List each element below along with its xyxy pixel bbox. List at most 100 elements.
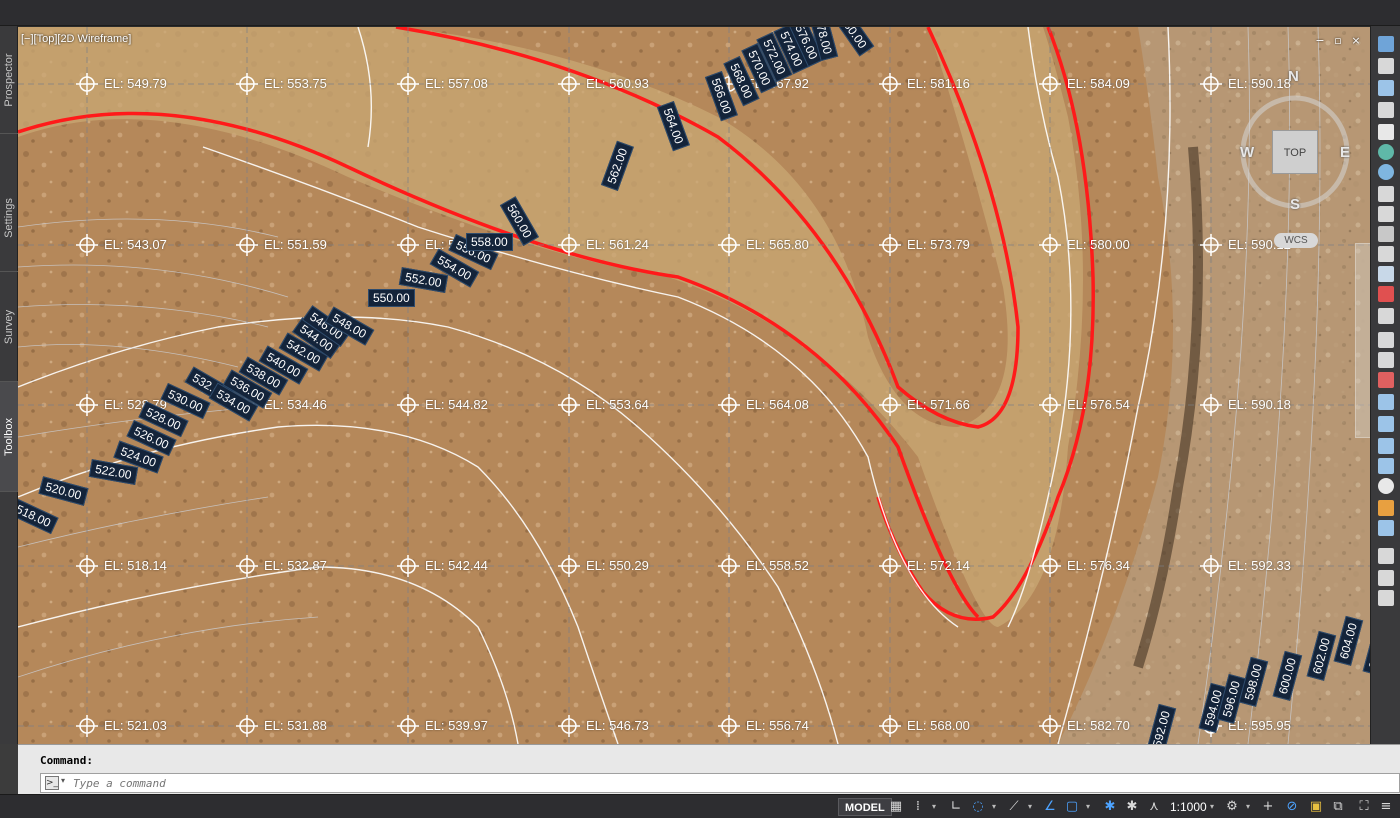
property-tool-icon[interactable] — [1378, 520, 1394, 536]
viewport-controls-label[interactable]: [−][Top][2D Wireframe] — [21, 33, 131, 45]
viewport-window-controls: − ▫ × — [1314, 35, 1362, 47]
compass-east[interactable]: E — [1340, 144, 1350, 161]
plus-icon[interactable]: + — [1260, 799, 1276, 815]
polyline-tool-icon[interactable] — [1378, 286, 1394, 302]
annotation-scale-selector[interactable]: 1:1000 — [1170, 798, 1207, 816]
grid-icon[interactable]: ▦ — [888, 799, 904, 815]
fill-tool-icon[interactable] — [1378, 500, 1394, 516]
command-input[interactable] — [73, 775, 1373, 791]
brush-tool-icon[interactable] — [1378, 266, 1394, 282]
elevation-label: EL: 551.59 — [264, 237, 327, 252]
tab-prospector-label: Prospector — [3, 52, 15, 107]
auto-scale-icon[interactable]: ✱ — [1124, 799, 1140, 815]
color-picker-icon[interactable] — [1378, 478, 1394, 494]
restore-viewport-icon[interactable]: ▫ — [1332, 35, 1344, 47]
navigation-bar[interactable] — [1355, 243, 1370, 438]
insert-point-icon[interactable] — [1378, 332, 1394, 348]
move-tool-icon[interactable] — [1378, 226, 1394, 242]
civil3d-window: Prospector Settings Survey Toolbox EL: 5… — [0, 0, 1400, 818]
isolate-objects-icon[interactable]: ⊘ — [1284, 799, 1300, 815]
object-snap-tracking-icon[interactable]: ∠ — [1042, 799, 1058, 815]
right-tool-palette — [1370, 26, 1400, 744]
compass-south[interactable]: S — [1290, 196, 1300, 213]
snap-mode-icon[interactable]: ⁞ — [910, 799, 926, 815]
zoom-tool-icon[interactable] — [1378, 548, 1394, 564]
list-tool-icon[interactable] — [1378, 570, 1394, 586]
stretch-tool-icon[interactable] — [1378, 458, 1394, 474]
pointer-tool-icon[interactable] — [1378, 58, 1394, 74]
tab-survey[interactable]: Survey — [0, 272, 18, 382]
hardware-acceleration-icon[interactable]: ▣ — [1308, 799, 1324, 815]
command-history: Command: — [40, 754, 93, 767]
customization-icon[interactable]: ≡ — [1378, 799, 1394, 815]
elevation-label: EL: 560.93 — [586, 76, 649, 91]
align-tool-icon[interactable] — [1378, 416, 1394, 432]
tab-settings[interactable]: Settings — [0, 164, 18, 272]
elevation-label: EL: 565.80 — [746, 237, 809, 252]
model-space-toggle[interactable]: MODEL — [838, 798, 892, 816]
command-input-row: >_ ▾ — [40, 773, 1400, 793]
offset-tool-icon[interactable] — [1378, 438, 1394, 454]
polar-tracking-icon[interactable]: ◌ — [970, 799, 986, 815]
globe-icon[interactable] — [1378, 144, 1394, 160]
contour-elevation-tag: 550.00 — [368, 289, 415, 307]
document-icon[interactable] — [1378, 124, 1394, 140]
earth-icon[interactable] — [1378, 164, 1394, 180]
elevation-label: EL: 534.46 — [264, 397, 327, 412]
elevation-label: EL: 544.82 — [425, 397, 488, 412]
compass-west[interactable]: W — [1240, 144, 1254, 161]
tab-prospector[interactable]: Prospector — [0, 26, 18, 134]
status-bar: MODEL ▦ ⁞ ▾ ∟ ◌ ▾ ⟋ ▾ ∠ ▢ ▾ ✱ ✱ ⋏ 1:1000… — [0, 794, 1400, 818]
annotation-visibility-icon[interactable]: ✱ — [1102, 799, 1118, 815]
viewcube[interactable]: N W E S TOP WCS — [1236, 64, 1354, 254]
wcs-menu[interactable]: WCS — [1274, 233, 1318, 248]
edit-tool-icon[interactable] — [1378, 80, 1394, 96]
elevation-label: EL: 557.08 — [425, 76, 488, 91]
object-snap-dropdown-icon[interactable]: ▾ — [1084, 799, 1092, 815]
drawing-viewport[interactable]: EL: 549.79 EL: 553.75 EL: 557.08 EL: 560.93… — [18, 27, 1370, 744]
print-tool-icon[interactable] — [1378, 590, 1394, 606]
polar-tracking-dropdown-icon[interactable]: ▾ — [990, 799, 998, 815]
viewcube-top-face[interactable]: TOP — [1272, 130, 1318, 174]
isodraft-dropdown-icon[interactable]: ▾ — [1026, 799, 1034, 815]
ortho-icon[interactable]: ∟ — [948, 799, 964, 815]
workspace-dropdown-icon[interactable]: ▾ — [1244, 799, 1252, 815]
arrow-tool-icon[interactable] — [1378, 102, 1394, 118]
object-snap-icon[interactable]: ▢ — [1064, 799, 1080, 815]
node-tool-icon[interactable] — [1378, 246, 1394, 262]
contour-elevation-tag: 558.00 — [466, 233, 513, 251]
elevation-label: EL: 550.29 — [586, 558, 649, 573]
point-tool-icon[interactable] — [1378, 186, 1394, 202]
edit-points-icon[interactable] — [1378, 308, 1394, 324]
clean-screen-icon[interactable]: ⧉ — [1330, 799, 1346, 815]
elevation-label: EL: 581.16 — [907, 76, 970, 91]
elevation-label: EL: 553.64 — [586, 397, 649, 412]
workspace-gear-icon[interactable]: ⚙ — [1224, 799, 1240, 815]
elevation-label: EL: 576.54 — [1067, 397, 1130, 412]
elevation-label: EL: 539.97 — [425, 718, 488, 733]
elevation-label: EL: 568.00 — [907, 718, 970, 733]
command-prompt-icon[interactable]: >_ — [45, 776, 59, 790]
recent-commands-dropdown-icon[interactable]: ▾ — [61, 776, 65, 785]
isodraft-icon[interactable]: ⟋ — [1006, 799, 1022, 815]
tab-toolbox[interactable]: Toolbox — [0, 382, 18, 492]
break-tool-icon[interactable] — [1378, 372, 1394, 388]
annotation-scale-icon[interactable]: ⋏ — [1146, 799, 1162, 815]
select-tool-icon[interactable] — [1378, 36, 1394, 52]
tab-toolbox-label: Toolbox — [3, 417, 15, 456]
minimize-viewport-icon[interactable]: − — [1314, 35, 1326, 47]
compass-north[interactable]: N — [1288, 68, 1299, 85]
close-viewport-icon[interactable]: × — [1350, 35, 1362, 47]
toolspace-palette-tabs: Prospector Settings Survey Toolbox — [0, 26, 18, 744]
annotation-scale-dropdown-icon[interactable]: ▾ — [1208, 799, 1216, 815]
delete-point-icon[interactable] — [1378, 352, 1394, 368]
tab-survey-label: Survey — [3, 309, 15, 344]
elevation-label: EL: 542.44 — [425, 558, 488, 573]
fullscreen-icon[interactable]: ⛶ — [1356, 799, 1372, 815]
measure-tool-icon[interactable] — [1378, 394, 1394, 410]
elevation-label: EL: 592.33 — [1228, 558, 1291, 573]
elevation-label: EL: 521.03 — [104, 718, 167, 733]
elevation-label: EL: 576.34 — [1067, 558, 1130, 573]
vertex-tool-icon[interactable] — [1378, 206, 1394, 222]
snap-mode-dropdown-icon[interactable]: ▾ — [930, 799, 938, 815]
